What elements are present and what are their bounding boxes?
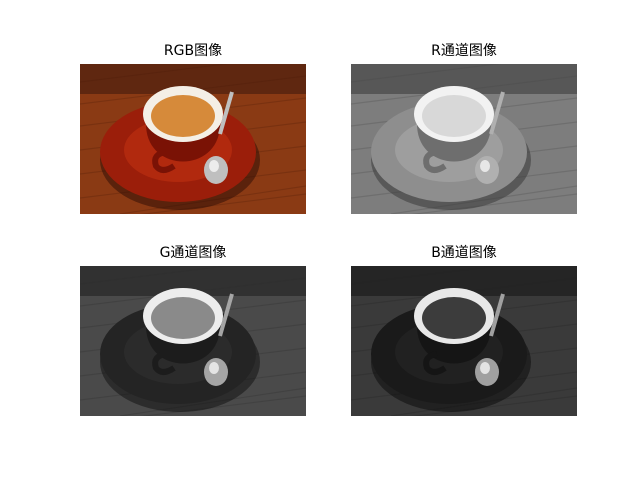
panel-title: RGB图像 [163,43,223,59]
coffee-cup-image [351,266,577,416]
panel-title: R通道图像 [431,43,497,59]
panel-title: G通道图像 [159,245,227,261]
coffee-cup-image [351,64,577,214]
panel-title: B通道图像 [431,245,497,261]
coffee-cup-image [80,266,306,416]
coffee-cup-image [80,64,306,214]
